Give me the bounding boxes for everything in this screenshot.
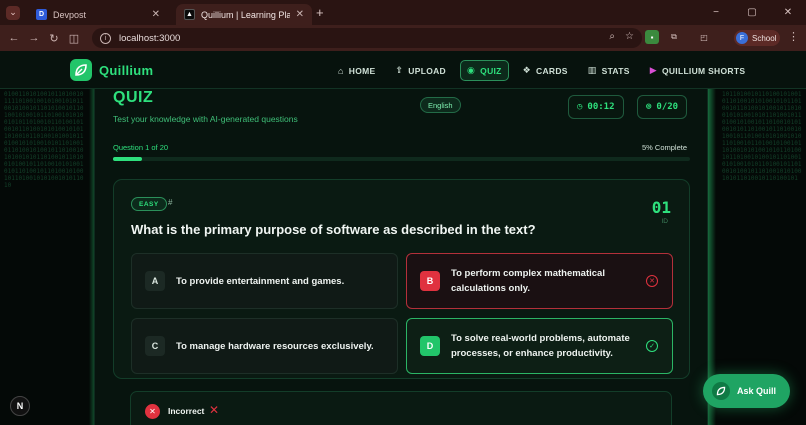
page-subtitle: Test your knowledge with AI-generated qu…: [113, 114, 298, 124]
close-window-button[interactable]: ✕: [770, 7, 806, 18]
reload-icon[interactable]: ↻: [44, 32, 64, 45]
incorrect-icon: ✕: [145, 404, 160, 419]
window-controls: − ▢ ✕: [698, 0, 806, 25]
profile-button[interactable]: F School: [734, 30, 780, 46]
nav-label: QUIZ: [480, 65, 502, 76]
new-tab-button[interactable]: +: [316, 5, 324, 20]
option-d[interactable]: D To solve real-world problems, automate…: [406, 318, 673, 374]
correct-check-icon: ✓: [646, 340, 658, 352]
address-bar[interactable]: i localhost:3000 ⌕ ☆: [92, 28, 642, 48]
brand[interactable]: Quillium: [70, 59, 153, 81]
bookmark-star-icon[interactable]: ☆: [625, 31, 634, 42]
devpost-favicon-icon: D: [36, 9, 47, 20]
browser-menu-icon[interactable]: ⋮: [788, 30, 799, 43]
option-letter: B: [420, 271, 440, 291]
leaf-icon: [712, 382, 730, 400]
brand-name: Quillium: [99, 62, 154, 78]
dev-tools-badge[interactable]: N: [10, 396, 30, 416]
shorts-icon: ▶: [649, 65, 657, 75]
option-text: To perform complex mathematical calculat…: [451, 268, 605, 294]
wrong-x-icon: ✕: [646, 275, 658, 287]
option-letter: C: [145, 336, 165, 356]
minimize-button[interactable]: −: [698, 7, 734, 18]
close-tab-icon[interactable]: ✕: [152, 9, 160, 20]
option-b[interactable]: B To perform complex mathematical calcul…: [406, 253, 673, 309]
score: ⊚ 0/20: [637, 95, 688, 119]
option-a[interactable]: A To provide entertainment and games.: [131, 253, 398, 309]
question-counter: Question 1 of 20: [113, 143, 169, 152]
question-card: EASY # 01 ID What is the primary purpose…: [113, 179, 690, 379]
feedback-card: ✕ Incorrect ✕: [130, 391, 672, 425]
matrix-rain-left: 0100110101001011010010111101001001010010…: [4, 91, 84, 189]
question-number: 01: [651, 198, 671, 217]
question-id-label: ID: [661, 218, 669, 225]
stats-icon: ▥: [587, 65, 597, 75]
score-icon: ⊚: [646, 102, 652, 112]
quiz-icon: ◉: [467, 65, 476, 75]
split-view-icon[interactable]: ◫: [64, 32, 84, 45]
tab-title: Quillium | Learning Platform: [201, 9, 290, 20]
forward-icon[interactable]: →: [24, 32, 44, 44]
media-icon[interactable]: ◰: [697, 30, 711, 44]
top-navbar: Quillium ⌂ HOME ⇪ UPLOAD ◉ QUIZ ❖ CARDS ▥ STA…: [0, 51, 806, 89]
maximize-button[interactable]: ▢: [734, 7, 770, 18]
tab-search-button[interactable]: ⌄: [6, 5, 20, 20]
nav-label: CARDS: [536, 65, 568, 76]
ask-quill-label: Ask Quill: [737, 386, 777, 396]
cards-icon: ❖: [522, 65, 532, 75]
profile-label: School: [752, 33, 777, 43]
difficulty-badge: EASY: [131, 197, 167, 211]
nav-cards[interactable]: ❖ CARDS: [517, 60, 574, 81]
timer: ◷ 00:12: [568, 95, 624, 119]
ask-quill-button[interactable]: Ask Quill: [703, 374, 790, 408]
tab-quillium[interactable]: ▲ Quillium | Learning Platform ✕: [176, 4, 312, 25]
nav-label: QUILLIUM SHORTS: [661, 65, 746, 76]
extension-icon[interactable]: ▪: [645, 30, 659, 44]
page-title: QUIZ: [113, 89, 154, 106]
timer-value: 00:12: [587, 102, 615, 112]
quillium-favicon-icon: ▲: [184, 9, 195, 20]
back-icon[interactable]: ←: [4, 32, 24, 44]
option-text: To solve real-world problems, automate p…: [451, 333, 630, 359]
language-badge[interactable]: English: [420, 97, 461, 113]
nav-stats[interactable]: ▥ STATS: [582, 60, 636, 81]
close-tab-icon[interactable]: ✕: [296, 9, 304, 20]
tab-title: Devpost: [53, 9, 87, 20]
nav-home[interactable]: ⌂ HOME: [332, 60, 381, 81]
nav-quiz[interactable]: ◉ QUIZ: [460, 60, 509, 81]
option-text: To manage hardware resources exclusively…: [176, 340, 374, 352]
browser-toolbar: ← → ↻ ◫ i localhost:3000 ⌕ ☆ ▪ ⧉ ◰ F Sch…: [0, 25, 806, 51]
nav-label: UPLOAD: [408, 65, 446, 76]
browser-tab-strip: ⌄ D Devpost ✕ ▲ Quillium | Learning Plat…: [0, 0, 806, 25]
site-info-icon[interactable]: i: [100, 32, 111, 44]
percent-complete: 5% Complete: [642, 143, 688, 152]
question-hash: #: [168, 198, 173, 207]
option-letter: A: [145, 271, 165, 291]
home-icon: ⌂: [338, 65, 344, 76]
nav-label: HOME: [348, 65, 376, 76]
question-text: What is the primary purpose of software …: [131, 222, 536, 237]
score-value: 0/20: [656, 102, 679, 112]
address-text: localhost:3000: [119, 32, 181, 44]
zoom-search-icon[interactable]: ⌕: [609, 31, 615, 42]
cross-icon: ✕: [209, 403, 220, 417]
main-nav: ⌂ HOME ⇪ UPLOAD ◉ QUIZ ❖ CARDS ▥ STATS ▶ QUILL…: [332, 60, 751, 81]
tab-devpost[interactable]: D Devpost ✕: [28, 4, 168, 25]
nav-upload[interactable]: ⇪ UPLOAD: [389, 60, 452, 81]
option-letter: D: [420, 336, 440, 356]
nav-shorts[interactable]: ▶ QUILLIUM SHORTS: [644, 60, 752, 81]
option-c[interactable]: C To manage hardware resources exclusive…: [131, 318, 398, 374]
progress-bar: [113, 157, 690, 161]
nav-label: STATS: [601, 65, 630, 76]
progress-fill: [113, 157, 142, 161]
clock-icon: ◷: [577, 102, 583, 112]
app-viewport: 0100110101001011010010111101001001010010…: [0, 51, 806, 425]
upload-icon: ⇪: [395, 65, 404, 75]
avatar: F: [736, 32, 748, 44]
option-text: To provide entertainment and games.: [176, 275, 345, 287]
leaf-logo-icon: [70, 59, 92, 81]
extensions-puzzle-icon[interactable]: ⧉: [667, 30, 681, 44]
feedback-text: Incorrect: [168, 406, 205, 416]
